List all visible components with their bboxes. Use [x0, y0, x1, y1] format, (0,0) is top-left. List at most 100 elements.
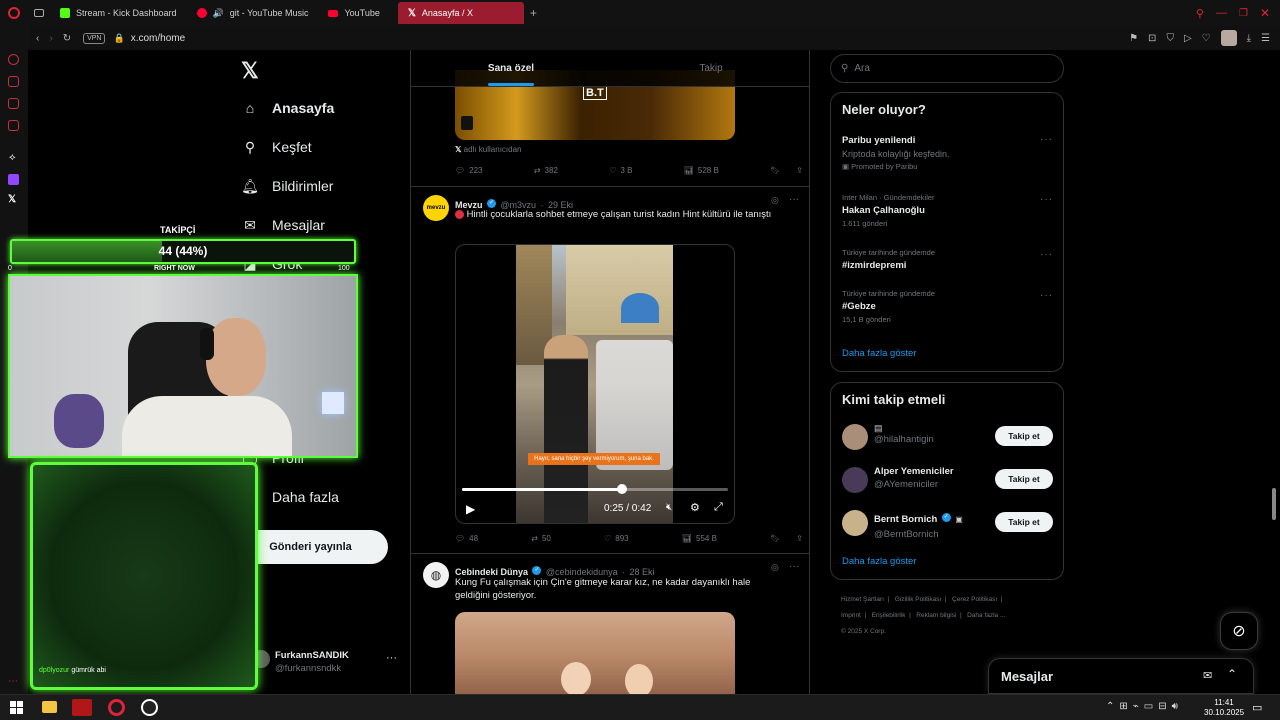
fullscreen-icon[interactable]: ⤢ [714, 501, 723, 514]
sidebar-bag-icon[interactable] [8, 76, 19, 87]
minimize-icon[interactable]: — [1216, 7, 1227, 19]
maximize-icon[interactable]: ❐ [1239, 8, 1248, 19]
new-message-icon[interactable]: ✉ [1203, 669, 1212, 682]
video-play-button[interactable]: ▶ [466, 502, 475, 516]
footer-link[interactable]: Erişilebilirlik [872, 612, 906, 619]
suggestion-user[interactable]: ▤ @hilalhantigin [874, 423, 934, 445]
author-avatar[interactable]: mevzu [423, 195, 449, 221]
nav-item-notifications[interactable]: 🔔︎ Bildirimler [241, 178, 333, 195]
grok-icon[interactable]: ◎ [771, 195, 779, 206]
views-button[interactable]: 📊︎ 528 B [684, 166, 719, 175]
opera-logo-icon[interactable] [0, 7, 28, 19]
footer-link[interactable]: Çerez Politikası [952, 596, 997, 603]
trend-more-icon[interactable]: ··· [1040, 249, 1053, 260]
suggestion-avatar[interactable] [842, 424, 868, 450]
forward-icon[interactable]: › [49, 33, 52, 44]
bookmark-icon[interactable]: ⚑ [1129, 33, 1138, 44]
video-progress-track[interactable] [462, 484, 728, 494]
video-progress-handle[interactable] [616, 484, 627, 494]
new-tab-button[interactable]: + [530, 6, 537, 20]
tweet-video-player[interactable]: Hayır, sana hiçbir şey vermiyorum, şuna … [455, 244, 735, 524]
vpn-badge[interactable]: VPN [83, 32, 106, 44]
reply-button[interactable]: 💬︎ 48 [455, 534, 478, 543]
retweet-button[interactable]: ⇄ 50 [531, 534, 551, 543]
suggestion-avatar[interactable] [842, 510, 868, 536]
play-icon[interactable]: ▷ [1184, 33, 1192, 44]
author-avatar[interactable]: ◍ [423, 562, 449, 588]
menu-icon[interactable]: ☰ [1261, 33, 1270, 44]
show-more-link[interactable]: Daha fazla göster [842, 348, 916, 359]
grok-icon[interactable]: ◎ [771, 562, 779, 573]
footer-link[interactable]: Gizlilik Politikası [895, 596, 942, 603]
reply-button[interactable]: 💬︎ 223 [455, 166, 483, 175]
tweet-more-icon[interactable]: ··· [789, 561, 799, 572]
share-icon[interactable]: ⇪ [796, 166, 803, 175]
suggestion-avatar[interactable] [842, 467, 868, 493]
footer-link[interactable]: Hizmet Şartları [841, 596, 884, 603]
trend-more-icon[interactable]: ··· [1040, 290, 1053, 301]
suggestion-user[interactable]: Alper Yemeniciler @AYemeniciler [874, 466, 954, 490]
tweet-video[interactable] [455, 612, 735, 694]
sidebar-messenger-icon[interactable] [8, 54, 19, 65]
nav-item-explore[interactable]: ⚲ Keşfet [242, 139, 312, 156]
tab-kick[interactable]: Stream - Kick Dashboard [50, 2, 187, 24]
trend-more-icon[interactable]: ··· [1040, 194, 1053, 205]
speaker-icon[interactable]: 🔊 [213, 8, 224, 19]
tab-workspaces-icon[interactable] [28, 9, 50, 17]
follow-button[interactable]: Takip et [995, 426, 1053, 446]
profile-avatar[interactable] [1220, 30, 1237, 46]
page-scrollbar[interactable] [1272, 488, 1276, 520]
like-button[interactable]: ♡ 893 [604, 534, 629, 543]
tab-youtube[interactable]: YouTube [318, 2, 389, 24]
messages-drawer[interactable]: Mesajlar ✉ ⌃ [988, 658, 1254, 694]
share-icon[interactable]: ⇪ [796, 534, 803, 543]
tab-for-you[interactable]: Sana özel [411, 50, 611, 86]
footer-link[interactable]: Reklam bilgisi [916, 612, 956, 619]
views-button[interactable]: 📊︎ 554 B [682, 534, 717, 543]
sidebar-x-icon[interactable]: 𝕏 [8, 194, 16, 205]
sidebar-kick-icon[interactable]: ⟡ [9, 152, 16, 163]
grok-floating-button[interactable]: ⊘ [1220, 612, 1258, 650]
search-tabs-icon[interactable]: ⚲ [1196, 7, 1204, 20]
close-icon[interactable]: ✕ [1260, 6, 1270, 20]
x-logo-icon[interactable]: 𝕏 [241, 58, 259, 84]
follow-button[interactable]: Takip et [995, 512, 1053, 532]
nav-item-home[interactable]: ⌂ Anasayfa [242, 100, 335, 116]
bookmark-button[interactable]: 🔖︎ ⇪ [770, 534, 803, 543]
follow-button[interactable]: Takip et [995, 469, 1053, 489]
footer-link[interactable]: Daha fazla ... [967, 612, 1005, 619]
obs-icon[interactable] [141, 699, 158, 716]
opera-taskbar-icon[interactable] [108, 699, 125, 716]
search-input[interactable]: ⚲ Ara [830, 54, 1064, 83]
download-icon[interactable]: ⤓ [1247, 33, 1251, 44]
shield-icon[interactable]: ⛉ [1166, 33, 1174, 44]
bookmark-button[interactable]: 🔖︎ ⇪ [770, 166, 803, 175]
trend-item[interactable]: Inter Milan · Gündemdekiler Hakan Çalhan… [842, 193, 1052, 228]
mute-icon[interactable]: 🔇︎ [666, 502, 672, 513]
trend-item[interactable]: Paribu yenilendi Kriptoda kolaylığı keşf… [842, 135, 1052, 171]
sidebar-chat-icon[interactable] [8, 98, 19, 109]
show-more-link[interactable]: Daha fazla göster [842, 556, 916, 567]
url-field[interactable]: x.com/home [131, 33, 185, 44]
tab-youtube-music[interactable]: 🔊 git - YouTube Music [187, 2, 319, 24]
sidebar-m-icon[interactable] [8, 120, 19, 131]
footer-link[interactable]: Imprint [841, 612, 861, 619]
tab-following[interactable]: Takip [611, 50, 809, 86]
trend-more-icon[interactable]: ··· [1040, 134, 1053, 145]
snapshot-icon[interactable]: ⊡ [1148, 33, 1156, 44]
chevron-up-icon[interactable]: ⌃ [1227, 667, 1237, 681]
heart-icon[interactable]: ♡ [1202, 33, 1211, 44]
trend-item[interactable]: Türkiye tarihinde gündemde #Gebze 15,1 B… [842, 289, 1052, 324]
clock[interactable]: 11:41 30.10.2025 [1204, 698, 1244, 718]
suggestion-user[interactable]: Bernt Bornich ✓ ▣ @BerntBornich [874, 509, 963, 540]
voicemeeter-icon[interactable] [72, 699, 92, 716]
retweet-button[interactable]: ⇄ 382 [534, 166, 558, 175]
start-icon[interactable] [10, 701, 23, 714]
like-button[interactable]: ♡ 3 B [609, 166, 632, 175]
reload-icon[interactable]: ↻ [63, 33, 71, 44]
tweet-more-icon[interactable]: ··· [789, 194, 799, 205]
file-explorer-icon[interactable] [42, 701, 57, 713]
notification-icon[interactable]: ▭ [1252, 701, 1262, 714]
tab-x-home[interactable]: 𝕏 Anasayfa / X [397, 2, 524, 24]
trend-item[interactable]: Türkiye tarihinde gündemde #izmirdepremi [842, 248, 1052, 271]
